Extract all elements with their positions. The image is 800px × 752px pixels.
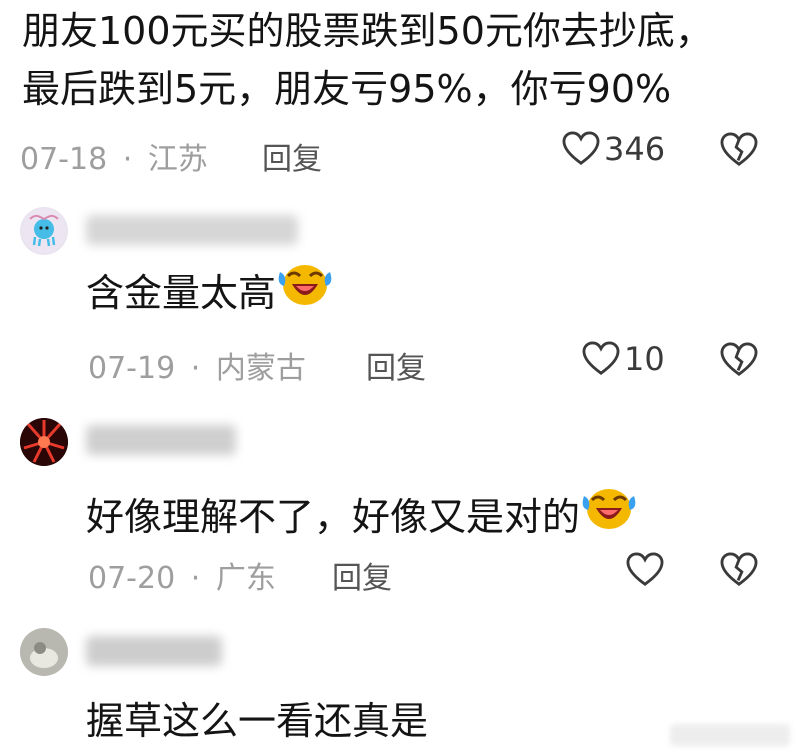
comment-1-reply-button[interactable]: 回复 bbox=[366, 343, 426, 387]
post-like-count: 346 bbox=[604, 130, 666, 168]
comment-2-text: 好像理解不了，好像又是对的 bbox=[86, 495, 581, 539]
post-reply-button[interactable]: 回复 bbox=[262, 134, 322, 178]
comment-2-like-button[interactable] bbox=[626, 552, 664, 588]
comment-2-row: 好像理解不了，好像又是对的 bbox=[86, 486, 636, 541]
comment-1-meta: 07-19 · 内蒙古 bbox=[88, 343, 306, 387]
comment-1-date: 07-19 bbox=[88, 351, 176, 386]
comment-2-location: 广东 bbox=[215, 561, 276, 596]
comment-2-avatar[interactable] bbox=[20, 418, 68, 466]
comment-1-username-blurred[interactable] bbox=[86, 215, 298, 245]
meta-separator: · bbox=[122, 142, 133, 177]
meta-separator: · bbox=[190, 351, 201, 386]
comment-3-row: 握草这么一看还真是 bbox=[86, 690, 428, 745]
watermark bbox=[670, 724, 790, 746]
comment-1-avatar[interactable] bbox=[20, 207, 68, 255]
comment-3-avatar[interactable] bbox=[20, 628, 68, 676]
comment-3-text: 握草这么一看还真是 bbox=[86, 699, 429, 743]
comment-2-date: 07-20 bbox=[88, 561, 176, 596]
post-meta: 07-18 · 江苏 bbox=[20, 134, 208, 178]
comment-1-dislike-button[interactable] bbox=[720, 342, 758, 378]
post-dislike-button[interactable] bbox=[720, 132, 758, 168]
comment-2-reply-button[interactable]: 回复 bbox=[332, 553, 392, 597]
laughing-crying-emoji bbox=[278, 262, 332, 317]
comment-1-like-button[interactable]: 10 bbox=[582, 340, 665, 378]
comment-1-like-count: 10 bbox=[624, 340, 665, 378]
comment-1-row: 含金量太高 bbox=[86, 262, 332, 317]
post-date: 07-18 bbox=[20, 142, 108, 177]
heart-icon bbox=[582, 341, 620, 377]
meta-separator: · bbox=[190, 561, 201, 596]
laughing-crying-emoji bbox=[582, 486, 636, 541]
comment-1-location: 内蒙古 bbox=[215, 351, 306, 386]
comment-2-dislike-button[interactable] bbox=[720, 552, 758, 588]
post-location: 江苏 bbox=[147, 142, 208, 177]
post-text-line-1: 朋友100元买的股票跌到50元你去抄底， bbox=[22, 9, 713, 53]
post-text-line-2: 最后跌到5元，朋友亏95%，你亏90% bbox=[22, 67, 672, 111]
post-like-button[interactable]: 346 bbox=[562, 130, 665, 168]
heart-icon bbox=[562, 131, 600, 167]
comment-3-username-blurred[interactable] bbox=[86, 636, 222, 666]
comment-1-text: 含金量太高 bbox=[86, 271, 277, 315]
comment-2-username-blurred[interactable] bbox=[86, 425, 236, 455]
comment-2-meta: 07-20 · 广东 bbox=[88, 553, 276, 597]
